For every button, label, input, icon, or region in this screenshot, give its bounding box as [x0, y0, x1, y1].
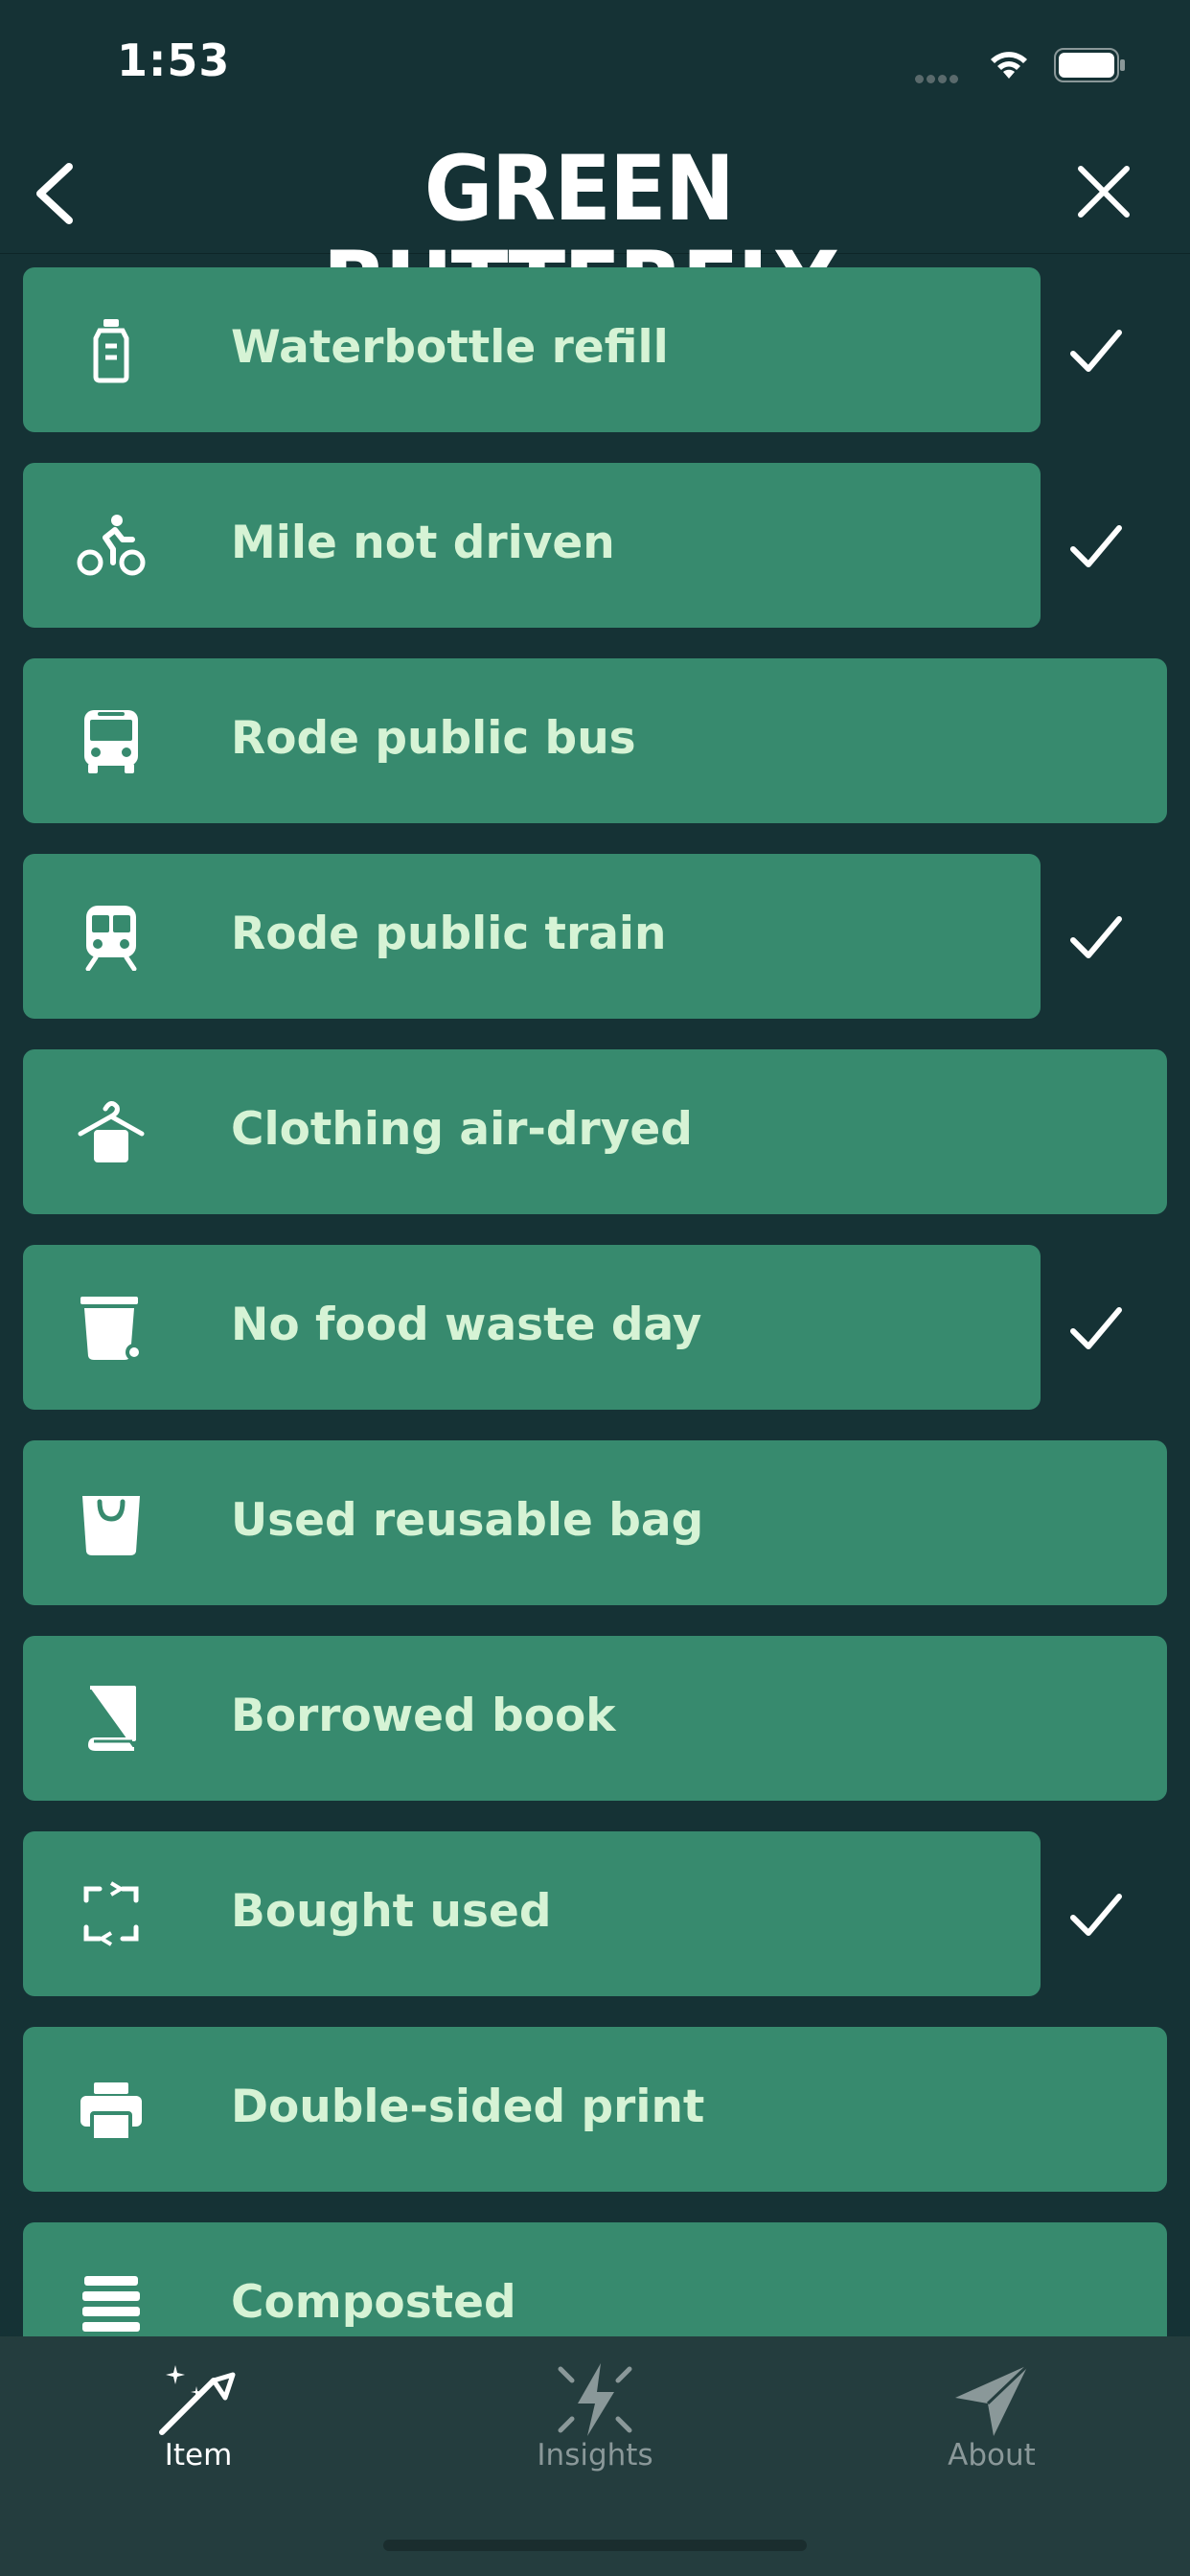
wifi-icon [991, 52, 1027, 79]
cellular-signal-icon [915, 69, 961, 87]
list-item-borrowed-book[interactable]: Borrowed book [23, 1636, 1167, 1801]
item-label: No food waste day [231, 1299, 702, 1351]
shopping-bag-icon [82, 1496, 140, 1555]
checkmark-icon [1070, 916, 1122, 958]
navigation-bar: GREEN BUTTERFLY [0, 134, 1190, 334]
water-bottle-icon [93, 319, 129, 383]
status-time: 1:53 [117, 34, 231, 86]
list-item-used-reusable-bag[interactable]: Used reusable bag [23, 1440, 1167, 1605]
battery-icon [1054, 48, 1125, 82]
item-label: Waterbottle refill [231, 321, 669, 374]
tab-label: Insights [537, 2438, 653, 2472]
item-label: Double-sided print [231, 2081, 705, 2133]
bus-icon [84, 710, 138, 773]
list-item-rode-public-bus[interactable]: Rode public bus [23, 658, 1167, 823]
home-indicator[interactable] [383, 2540, 807, 2551]
trash-bin-icon [80, 1297, 143, 1361]
list-item-clothing-air-dryed[interactable]: Clothing air-dryed [23, 1049, 1167, 1214]
checkmark-icon [1070, 330, 1122, 372]
book-icon [88, 1686, 136, 1751]
list-item-double-sided-print[interactable]: Double-sided print [23, 2027, 1167, 2192]
close-icon[interactable] [1071, 159, 1136, 224]
tab-insights[interactable]: Insights [397, 2336, 793, 2490]
item-label: Mile not driven [231, 517, 615, 569]
page-title: GREEN BUTTERFLY [323, 137, 836, 334]
item-label: Bought used [231, 1885, 552, 1938]
recycle-arrows-icon [83, 1881, 139, 1946]
checkmark-icon [1070, 1307, 1122, 1349]
item-label: Borrowed book [231, 1690, 616, 1742]
back-chevron-icon[interactable] [27, 159, 84, 228]
tab-label: Item [164, 2438, 233, 2472]
train-icon [85, 906, 137, 971]
item-label: Rode public bus [231, 712, 636, 765]
list-item-mile-not-driven[interactable]: Mile not driven [23, 463, 1041, 628]
tab-label: About [948, 2438, 1036, 2472]
item-label: Clothing air-dryed [231, 1103, 693, 1156]
magic-wand-icon [159, 2365, 236, 2435]
item-label: Used reusable bag [231, 1494, 704, 1547]
list-item-waterbottle-refill[interactable]: Waterbottle refill [23, 267, 1041, 432]
lightning-bolt-icon [558, 2363, 632, 2436]
activity-list: Waterbottle refill Mile not driven Rode … [0, 261, 1190, 2336]
list-item-bought-used[interactable]: Bought used [23, 1831, 1041, 1996]
item-label: Composted [231, 2276, 516, 2329]
checkmark-icon [1070, 525, 1122, 567]
tab-about[interactable]: About [793, 2336, 1190, 2490]
compost-bin-icon [82, 2276, 140, 2332]
tab-item[interactable]: Item [0, 2336, 397, 2490]
status-bar: 1:53 [0, 0, 1190, 134]
checkmark-icon [1070, 1894, 1122, 1936]
list-item-no-food-waste-day[interactable]: No food waste day [23, 1245, 1041, 1410]
list-item-rode-public-train[interactable]: Rode public train [23, 854, 1041, 1019]
bicycle-icon [77, 515, 146, 576]
item-label: Rode public train [231, 908, 667, 960]
clothes-hanger-icon [78, 1101, 145, 1162]
printer-icon [80, 2082, 142, 2142]
list-item-composted[interactable]: Composted [23, 2222, 1167, 2336]
paper-plane-icon [955, 2363, 1030, 2436]
